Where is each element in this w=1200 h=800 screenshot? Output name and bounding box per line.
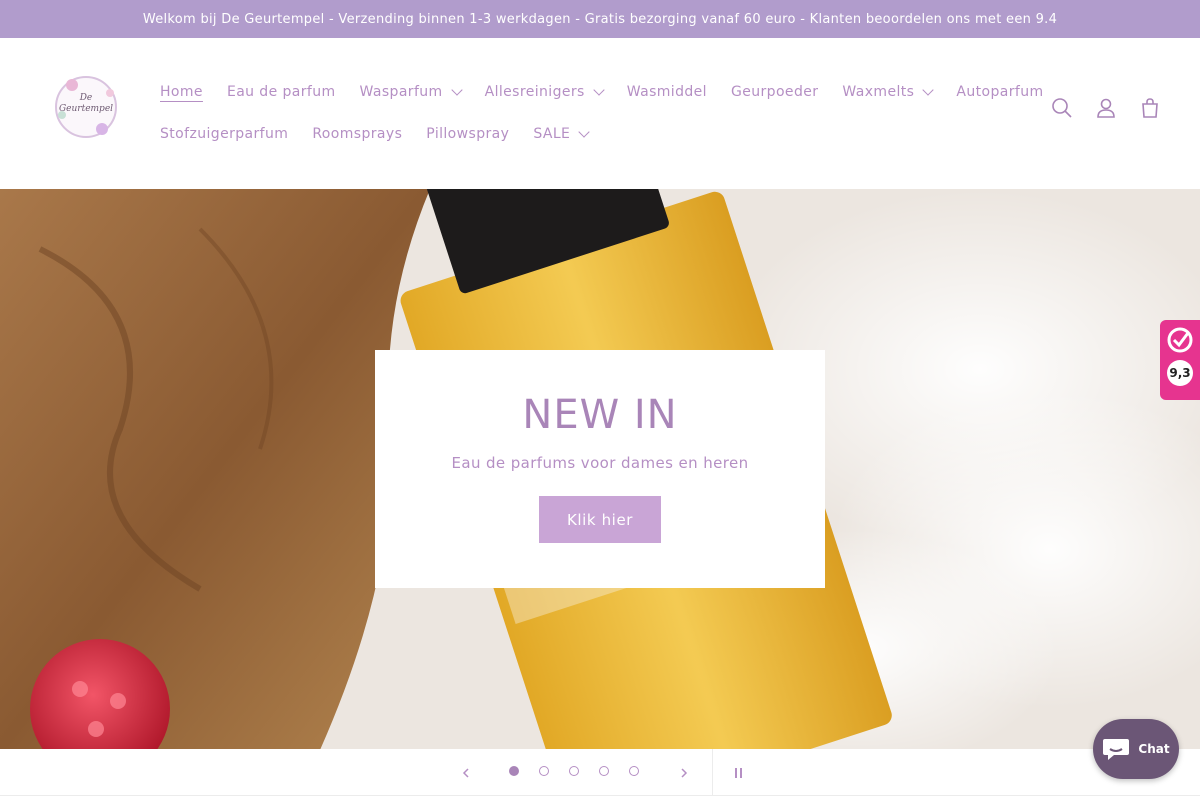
header-icons (1050, 96, 1162, 120)
nav-item-waxmelts[interactable]: Waxmelts (830, 84, 944, 100)
rating-score: 9,3 (1167, 360, 1193, 386)
nav-label: Roomsprays (312, 126, 403, 142)
hero-slideshow: NEW IN Eau de parfums voor dames en here… (0, 189, 1200, 750)
nav-label: Wasmiddel (626, 84, 707, 100)
previous-slide-button[interactable] (454, 761, 478, 785)
nav-item-roomsprays[interactable]: Roomsprays (300, 126, 414, 142)
slide-dot-4[interactable] (599, 766, 609, 776)
account-button[interactable] (1094, 96, 1118, 120)
hero-subtitle: Eau de parfums voor dames en heren (451, 454, 749, 472)
chat-button[interactable]: Chat (1093, 719, 1179, 779)
slide-dot-1[interactable] (509, 766, 519, 776)
nav-label: Home (160, 84, 203, 100)
chevron-down-icon (450, 84, 463, 96)
account-icon (1097, 98, 1115, 118)
nav-label: Wasparfum (359, 84, 443, 100)
nav-item-eau-de-parfum[interactable]: Eau de parfum (215, 84, 348, 100)
nav-item-stofzuigerparfum[interactable]: Stofzuigerparfum (148, 126, 300, 142)
pause-icon (739, 768, 742, 778)
announcement-text: Welkom bij De Geurtempel - Verzending bi… (142, 11, 1058, 27)
announcement-bar: Welkom bij De Geurtempel - Verzending bi… (0, 0, 1200, 38)
logo-text: De Geurtempel (50, 93, 122, 115)
slide-dot-3[interactable] (569, 766, 579, 776)
slide-dots (509, 766, 639, 776)
nav-item-geurpoeder[interactable]: Geurpoeder (719, 84, 830, 100)
chevron-left-icon (462, 768, 469, 778)
cart-icon (1142, 98, 1158, 118)
nav-item-pillowspray[interactable]: Pillowspray (414, 126, 521, 142)
hero-title: NEW IN (522, 392, 678, 438)
nav-label: Allesreinigers (484, 84, 585, 100)
nav-label: Waxmelts (842, 84, 915, 100)
main-navigation: Home Eau de parfum Wasparfum Allesreinig… (148, 71, 1043, 155)
slideshow-controls (0, 749, 1200, 796)
nav-item-sale[interactable]: SALE (521, 126, 600, 142)
nav-item-wasparfum[interactable]: Wasparfum (348, 84, 473, 100)
slide-dot-5[interactable] (629, 766, 639, 776)
site-logo[interactable]: De Geurtempel (50, 71, 122, 143)
hero-cta-button[interactable]: Klik hier (539, 496, 661, 543)
nav-row-2: Stofzuigerparfum Roomsprays Pillowspray … (148, 113, 1008, 155)
checkmark-seal-icon (1167, 327, 1193, 353)
nav-label: Stofzuigerparfum (160, 126, 289, 142)
rating-badge[interactable]: 9,3 (1160, 320, 1200, 400)
chevron-down-icon (593, 84, 605, 96)
nav-label: Eau de parfum (226, 84, 336, 100)
pause-slideshow-button[interactable] (726, 761, 750, 785)
chat-label: Chat (1138, 742, 1170, 756)
nav-item-wasmiddel[interactable]: Wasmiddel (615, 84, 719, 100)
nav-item-autoparfum[interactable]: Autoparfum (944, 84, 1055, 100)
hero-content-card: NEW IN Eau de parfums voor dames en here… (375, 350, 825, 588)
next-slide-button[interactable] (672, 761, 696, 785)
search-button[interactable] (1050, 96, 1074, 120)
pause-icon (734, 768, 737, 778)
cart-button[interactable] (1138, 96, 1162, 120)
nav-label: Pillowspray (426, 126, 510, 142)
chevron-right-icon (681, 768, 688, 778)
chevron-down-icon (922, 84, 935, 96)
nav-item-allesreinigers[interactable]: Allesreinigers (473, 84, 615, 100)
chat-bubble-icon (1103, 739, 1130, 760)
search-icon (1052, 98, 1072, 118)
nav-item-home[interactable]: Home (148, 84, 215, 100)
logo-line-1: De (79, 93, 93, 103)
site-header: De Geurtempel Home Eau de parfum Wasparf… (0, 38, 1200, 189)
slider-divider (712, 749, 713, 796)
nav-row-1: Home Eau de parfum Wasparfum Allesreinig… (148, 71, 1043, 113)
nav-label: SALE (533, 126, 571, 142)
logo-line-2: Geurtempel (58, 104, 114, 114)
slide-dot-2[interactable] (539, 766, 549, 776)
nav-label: Autoparfum (956, 84, 1044, 100)
chevron-down-icon (578, 126, 590, 138)
nav-label: Geurpoeder (730, 84, 819, 100)
